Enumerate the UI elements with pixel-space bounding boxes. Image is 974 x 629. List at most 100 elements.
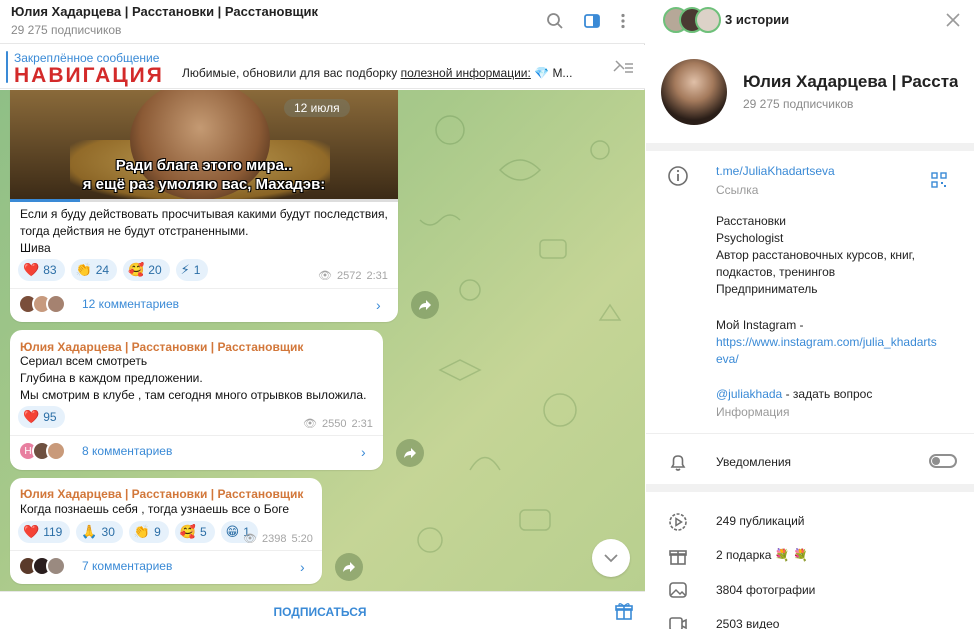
- reaction-emoji: 🥰: [128, 262, 145, 277]
- reaction-emoji: 👏: [75, 262, 92, 277]
- chevron-down-icon: [604, 554, 618, 563]
- message-time: 5:20: [291, 532, 313, 545]
- unpin-list-icon[interactable]: [610, 57, 634, 77]
- gift-icon: [667, 545, 689, 567]
- views-icon: 👁: [303, 418, 317, 430]
- video-progress[interactable]: [10, 199, 398, 202]
- comments-link-1[interactable]: 12 комментариев: [18, 294, 179, 314]
- share-icon[interactable]: [335, 553, 363, 581]
- gift-icon[interactable]: [614, 601, 634, 621]
- reaction-emoji: 👏: [133, 524, 151, 539]
- bottom-bar: ПОДПИСАТЬСЯ: [0, 591, 645, 629]
- search-icon[interactable]: [544, 10, 566, 32]
- channel-bio: Расстановки Psychologist Автор расстанов…: [716, 213, 915, 298]
- message-time: 2:31: [366, 269, 388, 282]
- reaction-love[interactable]: 🥰 5: [174, 521, 215, 543]
- more-vertical-icon[interactable]: [612, 10, 634, 32]
- channel-link[interactable]: t.me/JuliaKhadartseva: [716, 163, 835, 180]
- message-1-line-3: Шива: [20, 241, 51, 255]
- divider: [646, 433, 974, 434]
- message-3-meta: 👁 2398 5:20: [243, 532, 313, 546]
- reaction-lightning[interactable]: ⚡ 1: [175, 259, 209, 281]
- divider: [10, 288, 398, 289]
- stat-gifts[interactable]: 2 подарка 💐 💐: [716, 547, 808, 564]
- stories-count[interactable]: 3 истории: [725, 12, 789, 27]
- channel-subscribers: 29 275 подписчиков: [743, 97, 854, 111]
- reaction-count: 95: [43, 410, 57, 424]
- message-3-author[interactable]: Юлия Хадарцева | Расстановки | Расстанов…: [20, 487, 303, 501]
- reaction-pray[interactable]: 🙏 30: [76, 521, 123, 543]
- handle-suffix: - задать вопрос: [782, 387, 873, 401]
- reaction-heart[interactable]: ❤️ 83: [18, 259, 65, 281]
- reaction-count: 5: [199, 525, 207, 539]
- story-avatar: [695, 7, 721, 33]
- comments-count: 8 комментариев: [82, 444, 173, 458]
- instagram-label: Мой Instagram -: [716, 318, 804, 332]
- close-icon[interactable]: [943, 10, 963, 30]
- message-2-line-2: Глубина в каждом предложении.: [20, 371, 203, 385]
- commenter-avatars: Н: [18, 441, 66, 461]
- chevron-right-icon: ›: [376, 297, 381, 313]
- video-subtitle-1: Ради блага этого мира..: [115, 157, 293, 174]
- chevron-right-icon: ›: [300, 559, 305, 575]
- message-1-text: Если я буду действовать просчитывая каки…: [20, 206, 388, 257]
- video-subtitle-2: я ещё раз умоляю вас, Махадэв:: [82, 176, 326, 193]
- scroll-down-button[interactable]: [592, 539, 630, 577]
- reaction-count: 119: [43, 525, 63, 539]
- message-2-line-3: Мы смотрим в клубе , там сегодня много о…: [20, 388, 367, 402]
- reaction-clap[interactable]: 👏 9: [128, 521, 169, 543]
- share-icon[interactable]: [396, 439, 424, 467]
- photo-icon: [667, 579, 689, 601]
- reaction-emoji: 🥰: [179, 524, 196, 539]
- share-icon[interactable]: [411, 291, 439, 319]
- instagram-url-line-1[interactable]: https://www.instagram.com/julia_khadarts: [716, 334, 937, 351]
- pinned-nav-word: НАВИГАЦИЯ: [14, 64, 164, 87]
- qr-code-icon[interactable]: [931, 172, 947, 188]
- comments-link-2[interactable]: Н 8 комментариев: [18, 441, 172, 461]
- stories-avatars[interactable]: [663, 7, 721, 33]
- notifications-toggle[interactable]: [929, 454, 957, 468]
- pinned-text-link[interactable]: полезной информации:: [401, 66, 531, 80]
- profile-avatar[interactable]: [661, 59, 727, 125]
- message-2-author[interactable]: Юлия Хадарцева | Расстановки | Расстанов…: [20, 340, 303, 354]
- handle-line: @juliakhada - задать вопрос: [716, 386, 872, 403]
- instagram-url-line-2[interactable]: eva/: [716, 351, 739, 368]
- posts-icon: [667, 511, 689, 533]
- reaction-emoji: ❤️: [23, 262, 40, 277]
- commenter-avatars: [18, 294, 66, 314]
- message-time: 2:31: [351, 417, 373, 430]
- sidebar-toggle-icon[interactable]: [581, 10, 603, 32]
- video-icon: [667, 613, 689, 629]
- reaction-emoji: 🙏: [81, 524, 98, 539]
- reaction-count: 9: [154, 525, 161, 539]
- chat-subscribers: 29 275 подписчиков: [11, 23, 122, 37]
- subscribe-button[interactable]: ПОДПИСАТЬСЯ: [0, 605, 640, 619]
- message-3-reactions: ❤️ 119 🙏 30 👏 9 🥰 5 😁 1: [18, 521, 258, 543]
- message-2-meta: 👁 2550 2:31: [303, 417, 373, 431]
- message-2-reactions: ❤️ 95: [18, 406, 65, 428]
- section-separator: [646, 143, 974, 151]
- handle-link[interactable]: @juliakhada: [716, 387, 782, 401]
- bio-line: Автор расстановочных курсов, книг,: [716, 248, 915, 262]
- reaction-heart[interactable]: ❤️ 119: [18, 521, 71, 543]
- reaction-clap[interactable]: 👏 24: [70, 259, 118, 281]
- views-count: 2550: [321, 417, 347, 430]
- bell-icon: [667, 451, 689, 473]
- views-icon: 👁: [318, 270, 332, 282]
- stat-videos[interactable]: 2503 видео: [716, 616, 779, 629]
- stat-posts[interactable]: 249 публикаций: [716, 513, 805, 530]
- reaction-heart[interactable]: ❤️ 95: [18, 406, 65, 428]
- message-1-line-1: Если я буду действовать просчитывая каки…: [20, 207, 388, 221]
- pinned-text[interactable]: Любимые, обновили для вас подборку полез…: [182, 66, 572, 80]
- reaction-count: 1: [193, 263, 201, 277]
- comments-link-3[interactable]: 7 комментариев: [18, 556, 172, 576]
- reaction-emoji: ⚡: [180, 262, 190, 277]
- reaction-count: 20: [148, 263, 162, 277]
- stat-photos[interactable]: 3804 фотографии: [716, 582, 815, 599]
- video-progress-fill: [10, 199, 80, 202]
- chat-header[interactable]: Юлия Хадарцева | Расстановки | Расстанов…: [0, 0, 645, 44]
- telegram-window: Юлия Хадарцева | Расстановки | Расстанов…: [0, 0, 974, 629]
- message-2-line-1: Сериал всем смотреть: [20, 354, 148, 368]
- reaction-love[interactable]: 🥰 20: [123, 259, 170, 281]
- channel-info-panel: 3 истории Юлия Хадарцева | Расстан... 29…: [646, 0, 974, 629]
